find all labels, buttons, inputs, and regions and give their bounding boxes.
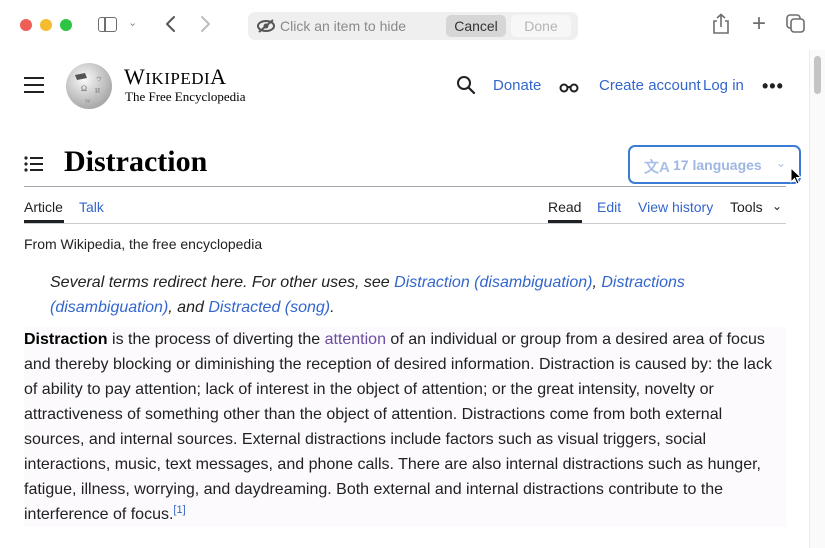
- tab-talk[interactable]: Talk: [79, 199, 104, 215]
- cancel-button[interactable]: Cancel: [446, 15, 506, 37]
- translate-icon: 文A: [644, 159, 670, 176]
- sidebar-icon[interactable]: [98, 17, 117, 32]
- disambiguation-link[interactable]: Distraction (disambiguation): [394, 274, 592, 291]
- svg-text:Ω: Ω: [81, 84, 87, 93]
- browser-toolbar: ⌄ Click an item to hide Cancel Done +: [0, 0, 825, 50]
- scrollbar-thumb[interactable]: [814, 56, 821, 94]
- back-icon[interactable]: [160, 12, 180, 36]
- minimize-window-button[interactable]: [40, 19, 52, 31]
- tab-read[interactable]: Read: [548, 199, 581, 215]
- site-subtitle: From Wikipedia, the free encyclopedia: [24, 236, 263, 252]
- chevron-down-icon: ⌄: [776, 156, 787, 170]
- tab-article[interactable]: Article: [24, 199, 63, 215]
- reference-link[interactable]: [1]: [173, 504, 185, 516]
- tabs-overview-icon[interactable]: [786, 14, 806, 34]
- svg-text:ウ: ウ: [96, 75, 102, 83]
- table-of-contents-icon[interactable]: [24, 156, 44, 172]
- wikipedia-wordmark[interactable]: WIKIPEDIA: [124, 64, 227, 90]
- hide-prompt: Click an item to hide: [280, 18, 407, 34]
- tools-menu[interactable]: Tools: [730, 199, 763, 215]
- log-in-link[interactable]: Log in: [703, 77, 744, 94]
- search-icon[interactable]: [456, 75, 476, 95]
- languages-button[interactable]: 文A 17 languages ⌄: [628, 145, 801, 184]
- chevron-down-icon[interactable]: ⌄: [772, 199, 782, 213]
- eye-slash-icon: [256, 18, 276, 34]
- languages-label: 17 languages: [673, 157, 762, 173]
- appearance-glasses-icon[interactable]: [559, 80, 579, 93]
- hatnote: Several terms redirect here. For other u…: [50, 274, 685, 316]
- wikipedia-globe-logo[interactable]: Ω И W ウ: [63, 61, 115, 111]
- svg-text:И: И: [95, 87, 100, 95]
- tab-edit[interactable]: Edit: [597, 199, 621, 215]
- page-title: Distraction: [64, 145, 208, 178]
- done-button[interactable]: Done: [511, 15, 571, 37]
- more-options-icon[interactable]: •••: [762, 76, 784, 97]
- mouse-cursor-icon: [790, 166, 803, 187]
- scrollbar[interactable]: [809, 50, 825, 548]
- tab-view-history[interactable]: View history: [638, 199, 713, 215]
- svg-text:W: W: [85, 99, 91, 105]
- hide-item-bar: Click an item to hide Cancel Done: [248, 12, 578, 40]
- share-icon[interactable]: [712, 13, 730, 35]
- zoom-window-button[interactable]: [60, 19, 72, 31]
- attention-link[interactable]: attention: [325, 331, 386, 348]
- title-divider: [24, 186, 786, 187]
- donate-link[interactable]: Donate: [493, 77, 541, 94]
- new-tab-icon[interactable]: +: [749, 10, 769, 37]
- close-window-button[interactable]: [20, 19, 32, 31]
- wikipedia-tagline: The Free Encyclopedia: [125, 89, 246, 104]
- intro-paragraph: Distraction is the process of diverting …: [24, 327, 786, 527]
- main-menu-icon[interactable]: [24, 77, 44, 93]
- forward-icon[interactable]: [196, 12, 216, 36]
- tabs-divider: [24, 223, 786, 224]
- chevron-down-icon[interactable]: ⌄: [128, 16, 137, 29]
- distracted-song-link[interactable]: Distracted (song): [208, 299, 330, 316]
- create-account-link[interactable]: Create account: [599, 77, 701, 94]
